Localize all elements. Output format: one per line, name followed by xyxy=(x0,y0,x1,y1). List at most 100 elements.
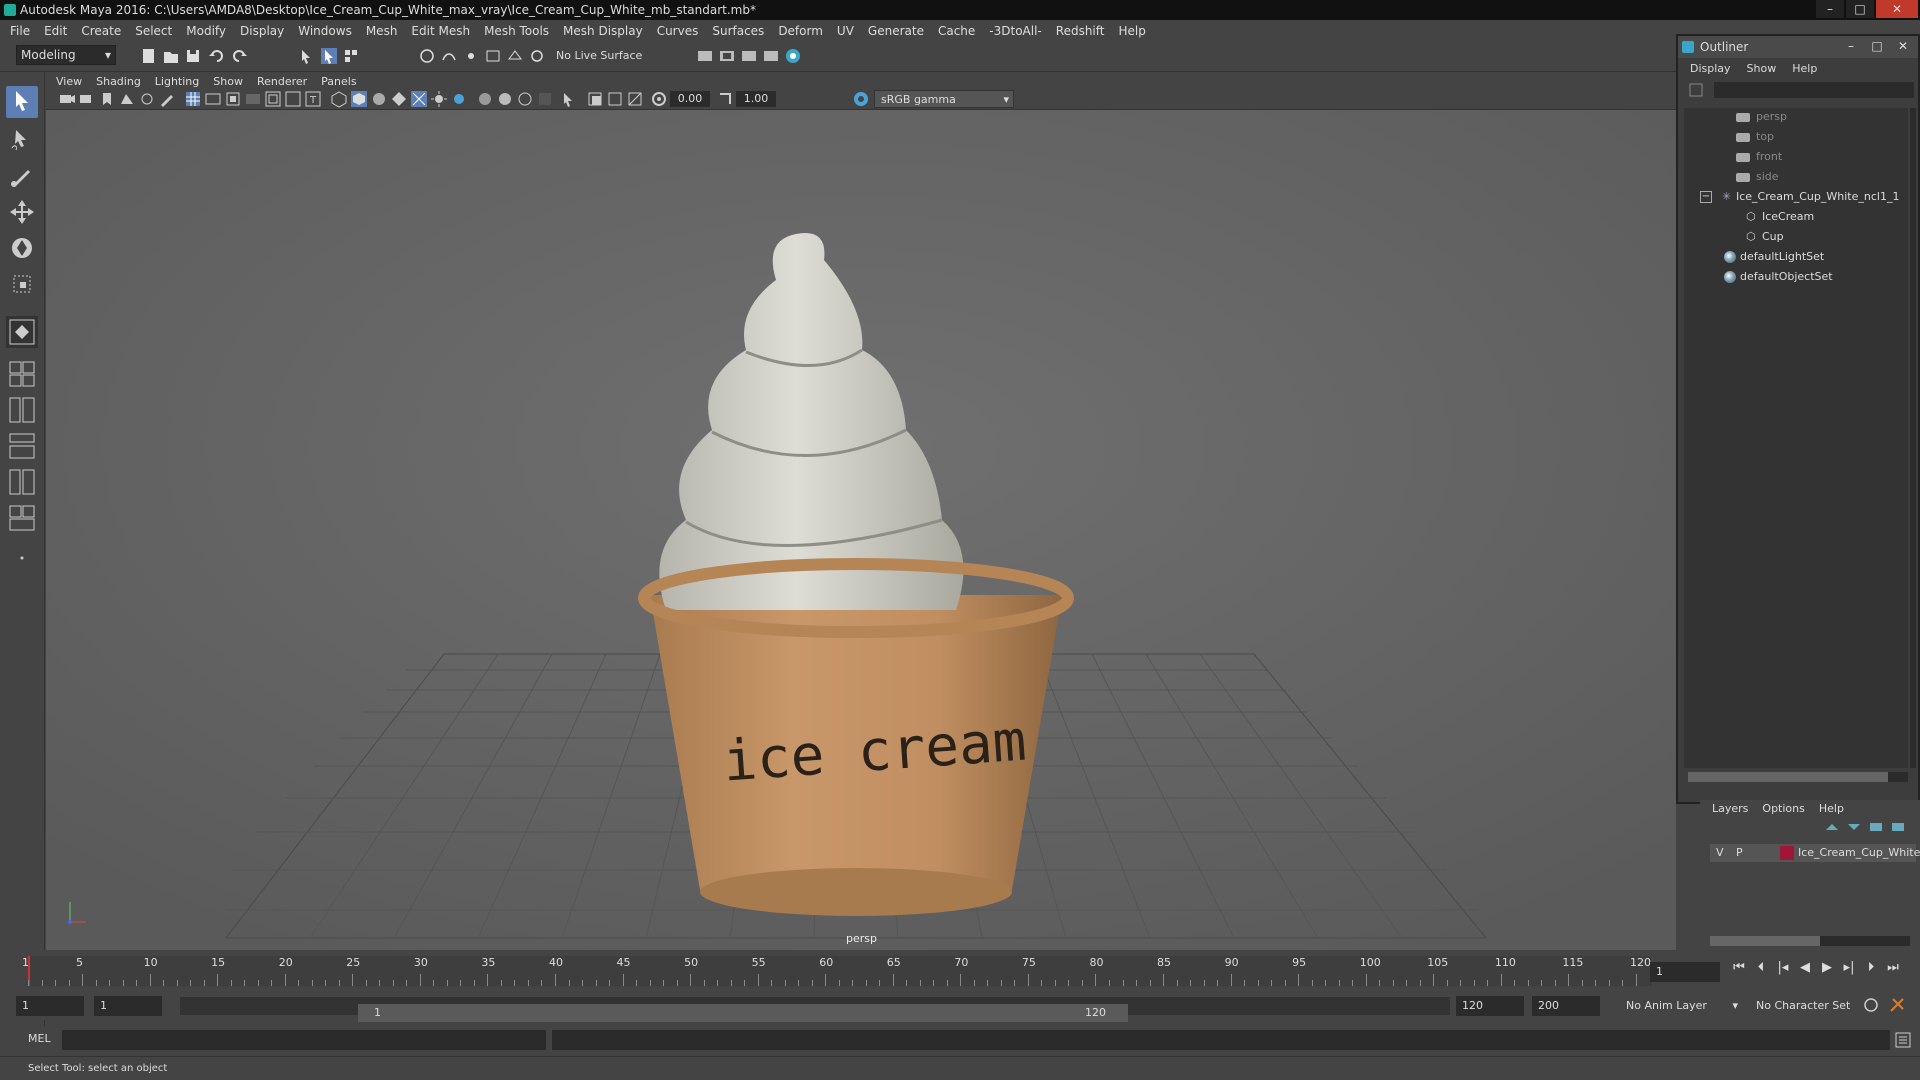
menu-file[interactable]: File xyxy=(10,24,30,38)
menu-display[interactable]: Display xyxy=(240,24,284,38)
menu-mesh[interactable]: Mesh xyxy=(366,24,398,38)
gate-mask-icon[interactable] xyxy=(244,90,262,108)
grid-toggle-icon[interactable] xyxy=(184,90,202,108)
select-object-icon[interactable] xyxy=(320,47,338,65)
outliner-minimize-button[interactable]: – xyxy=(1838,36,1864,56)
save-scene-icon[interactable] xyxy=(184,47,202,65)
time-ruler[interactable]: 1 5 10 15 20 25 30 35 40 45 50 55 60 65 70 75 80 85 90 95 10… xyxy=(22,956,1652,986)
shadows-icon[interactable] xyxy=(450,90,468,108)
outliner-item-cup[interactable]: ⬡ Cup xyxy=(1684,228,1908,246)
auto-key-icon[interactable] xyxy=(1862,996,1880,1014)
snap-point-icon[interactable] xyxy=(462,47,480,65)
rotate-tool-icon[interactable] xyxy=(6,232,38,264)
menu-help[interactable]: Help xyxy=(1118,24,1145,38)
smooth-shade-icon[interactable] xyxy=(350,90,368,108)
ipr-render-icon[interactable] xyxy=(740,47,758,65)
outliner-menu-help[interactable]: Help xyxy=(1792,60,1817,78)
outliner-menu-display[interactable]: Display xyxy=(1690,60,1731,78)
film-gate-icon[interactable] xyxy=(204,90,222,108)
outliner-search-input[interactable] xyxy=(1714,82,1914,98)
minimize-button[interactable]: – xyxy=(1816,0,1844,18)
mel-command-input[interactable] xyxy=(62,1030,546,1050)
textured-icon[interactable] xyxy=(390,90,408,108)
layer-playback-toggle[interactable]: P xyxy=(1736,844,1743,862)
viewport-menu-panels[interactable]: Panels xyxy=(321,75,356,88)
current-frame-field[interactable]: 1 xyxy=(1650,962,1720,982)
exposure-icon[interactable] xyxy=(650,90,668,108)
step-forward-key-button[interactable]: ⏵ xyxy=(1860,960,1882,975)
toolbox-more-icon[interactable] xyxy=(6,542,38,574)
viewport-menu-shading[interactable]: Shading xyxy=(96,75,141,88)
viewport-menu-renderer[interactable]: Renderer xyxy=(257,75,307,88)
viewport-menu-lighting[interactable]: Lighting xyxy=(155,75,199,88)
undo-icon[interactable] xyxy=(208,47,226,65)
gamma-icon[interactable] xyxy=(716,90,734,108)
view-transform-dropdown[interactable]: sRGB gamma ▾ xyxy=(874,90,1014,108)
script-editor-icon[interactable] xyxy=(1894,1031,1912,1049)
snap-surface-icon[interactable] xyxy=(506,47,524,65)
outliner-item-defaultlightset[interactable]: defaultLightSet xyxy=(1684,248,1908,266)
outliner-close-button[interactable]: ✕ xyxy=(1890,36,1916,56)
menu-generate[interactable]: Generate xyxy=(868,24,924,38)
2d-pan-zoom-icon[interactable] xyxy=(138,90,156,108)
new-layer-icon[interactable] xyxy=(1868,820,1884,834)
layer-scrollbar[interactable] xyxy=(1710,936,1910,946)
outliner-item-icecream[interactable]: ⬡ IceCream xyxy=(1684,208,1908,226)
viewport-menu-view[interactable]: View xyxy=(56,75,82,88)
menu-3dtoall[interactable]: -3DtoAll- xyxy=(989,24,1041,38)
character-set-dropdown[interactable]: No Character Set xyxy=(1750,996,1870,1016)
last-tool-icon[interactable] xyxy=(6,316,38,348)
redo-icon[interactable] xyxy=(230,47,248,65)
step-forward-frame-button[interactable]: ▸| xyxy=(1838,960,1860,975)
hypershade-layout-icon[interactable] xyxy=(6,502,38,534)
image-plane-icon[interactable] xyxy=(118,90,136,108)
safe-action-icon[interactable] xyxy=(284,90,302,108)
end-time-field[interactable]: 200 xyxy=(1532,996,1600,1016)
color-management-icon[interactable] xyxy=(852,90,870,108)
animation-preferences-icon[interactable] xyxy=(1888,996,1906,1014)
camera-select-icon[interactable] xyxy=(58,90,76,108)
layer-menu-options[interactable]: Options xyxy=(1762,802,1804,815)
persp-graph-layout-icon[interactable] xyxy=(6,466,38,498)
viewport-menu-show[interactable]: Show xyxy=(213,75,243,88)
bookmark-icon[interactable] xyxy=(98,90,116,108)
outliner-menu-show[interactable]: Show xyxy=(1747,60,1777,78)
live-surface-field[interactable]: No Live Surface xyxy=(552,47,662,65)
menu-cache[interactable]: Cache xyxy=(938,24,975,38)
xray-icon[interactable] xyxy=(586,90,604,108)
motion-blur-icon[interactable] xyxy=(496,90,514,108)
play-forwards-button[interactable]: ▶ xyxy=(1816,960,1838,975)
range-slider[interactable]: 1 120 xyxy=(180,997,1450,1022)
scale-tool-icon[interactable] xyxy=(6,268,38,300)
snap-grid-icon[interactable] xyxy=(418,47,436,65)
layer-visibility-toggle[interactable]: V xyxy=(1716,844,1724,862)
time-slider[interactable]: 1 5 10 15 20 25 30 35 40 45 50 55 60 65 70 75 80 85 90 95 10… xyxy=(0,950,1920,990)
layer-row[interactable]: V P Ice_Cream_Cup_White xyxy=(1710,844,1920,862)
outliner-horizontal-scrollbar[interactable] xyxy=(1688,772,1908,782)
snap-view-icon[interactable] xyxy=(484,47,502,65)
playback-end-field[interactable]: 120 xyxy=(1456,996,1524,1016)
maximize-button[interactable]: □ xyxy=(1846,0,1874,18)
four-pane-layout-icon[interactable] xyxy=(6,394,38,426)
menu-uv[interactable]: UV xyxy=(837,24,854,38)
menu-mesh-display[interactable]: Mesh Display xyxy=(563,24,643,38)
resolution-gate-icon[interactable] xyxy=(224,90,242,108)
go-to-end-button[interactable]: ⏭ xyxy=(1882,960,1904,975)
menu-set-dropdown[interactable]: Modeling ▾ xyxy=(16,45,116,65)
lasso-tool-icon[interactable] xyxy=(6,124,38,156)
outliner-item-side[interactable]: side xyxy=(1684,168,1908,186)
safe-title-icon[interactable]: T xyxy=(304,90,322,108)
menu-modify[interactable]: Modify xyxy=(186,24,226,38)
layer-menu-layers[interactable]: Layers xyxy=(1712,802,1748,815)
default-material-icon[interactable] xyxy=(370,90,388,108)
exposure-field[interactable]: 0.00 xyxy=(670,91,710,107)
menu-select[interactable]: Select xyxy=(135,24,172,38)
menu-redshift[interactable]: Redshift xyxy=(1056,24,1105,38)
gamma-field[interactable]: 1.00 xyxy=(736,91,776,107)
playback-start-field[interactable]: 1 xyxy=(94,996,162,1016)
outliner-item-group[interactable]: − ✳ Ice_Cream_Cup_White_ncl1_1 xyxy=(1684,188,1908,206)
menu-windows[interactable]: Windows xyxy=(298,24,352,38)
single-pane-layout-icon[interactable] xyxy=(6,358,38,390)
go-to-start-button[interactable]: ⏮ xyxy=(1728,960,1750,975)
render-view-icon[interactable] xyxy=(762,47,780,65)
